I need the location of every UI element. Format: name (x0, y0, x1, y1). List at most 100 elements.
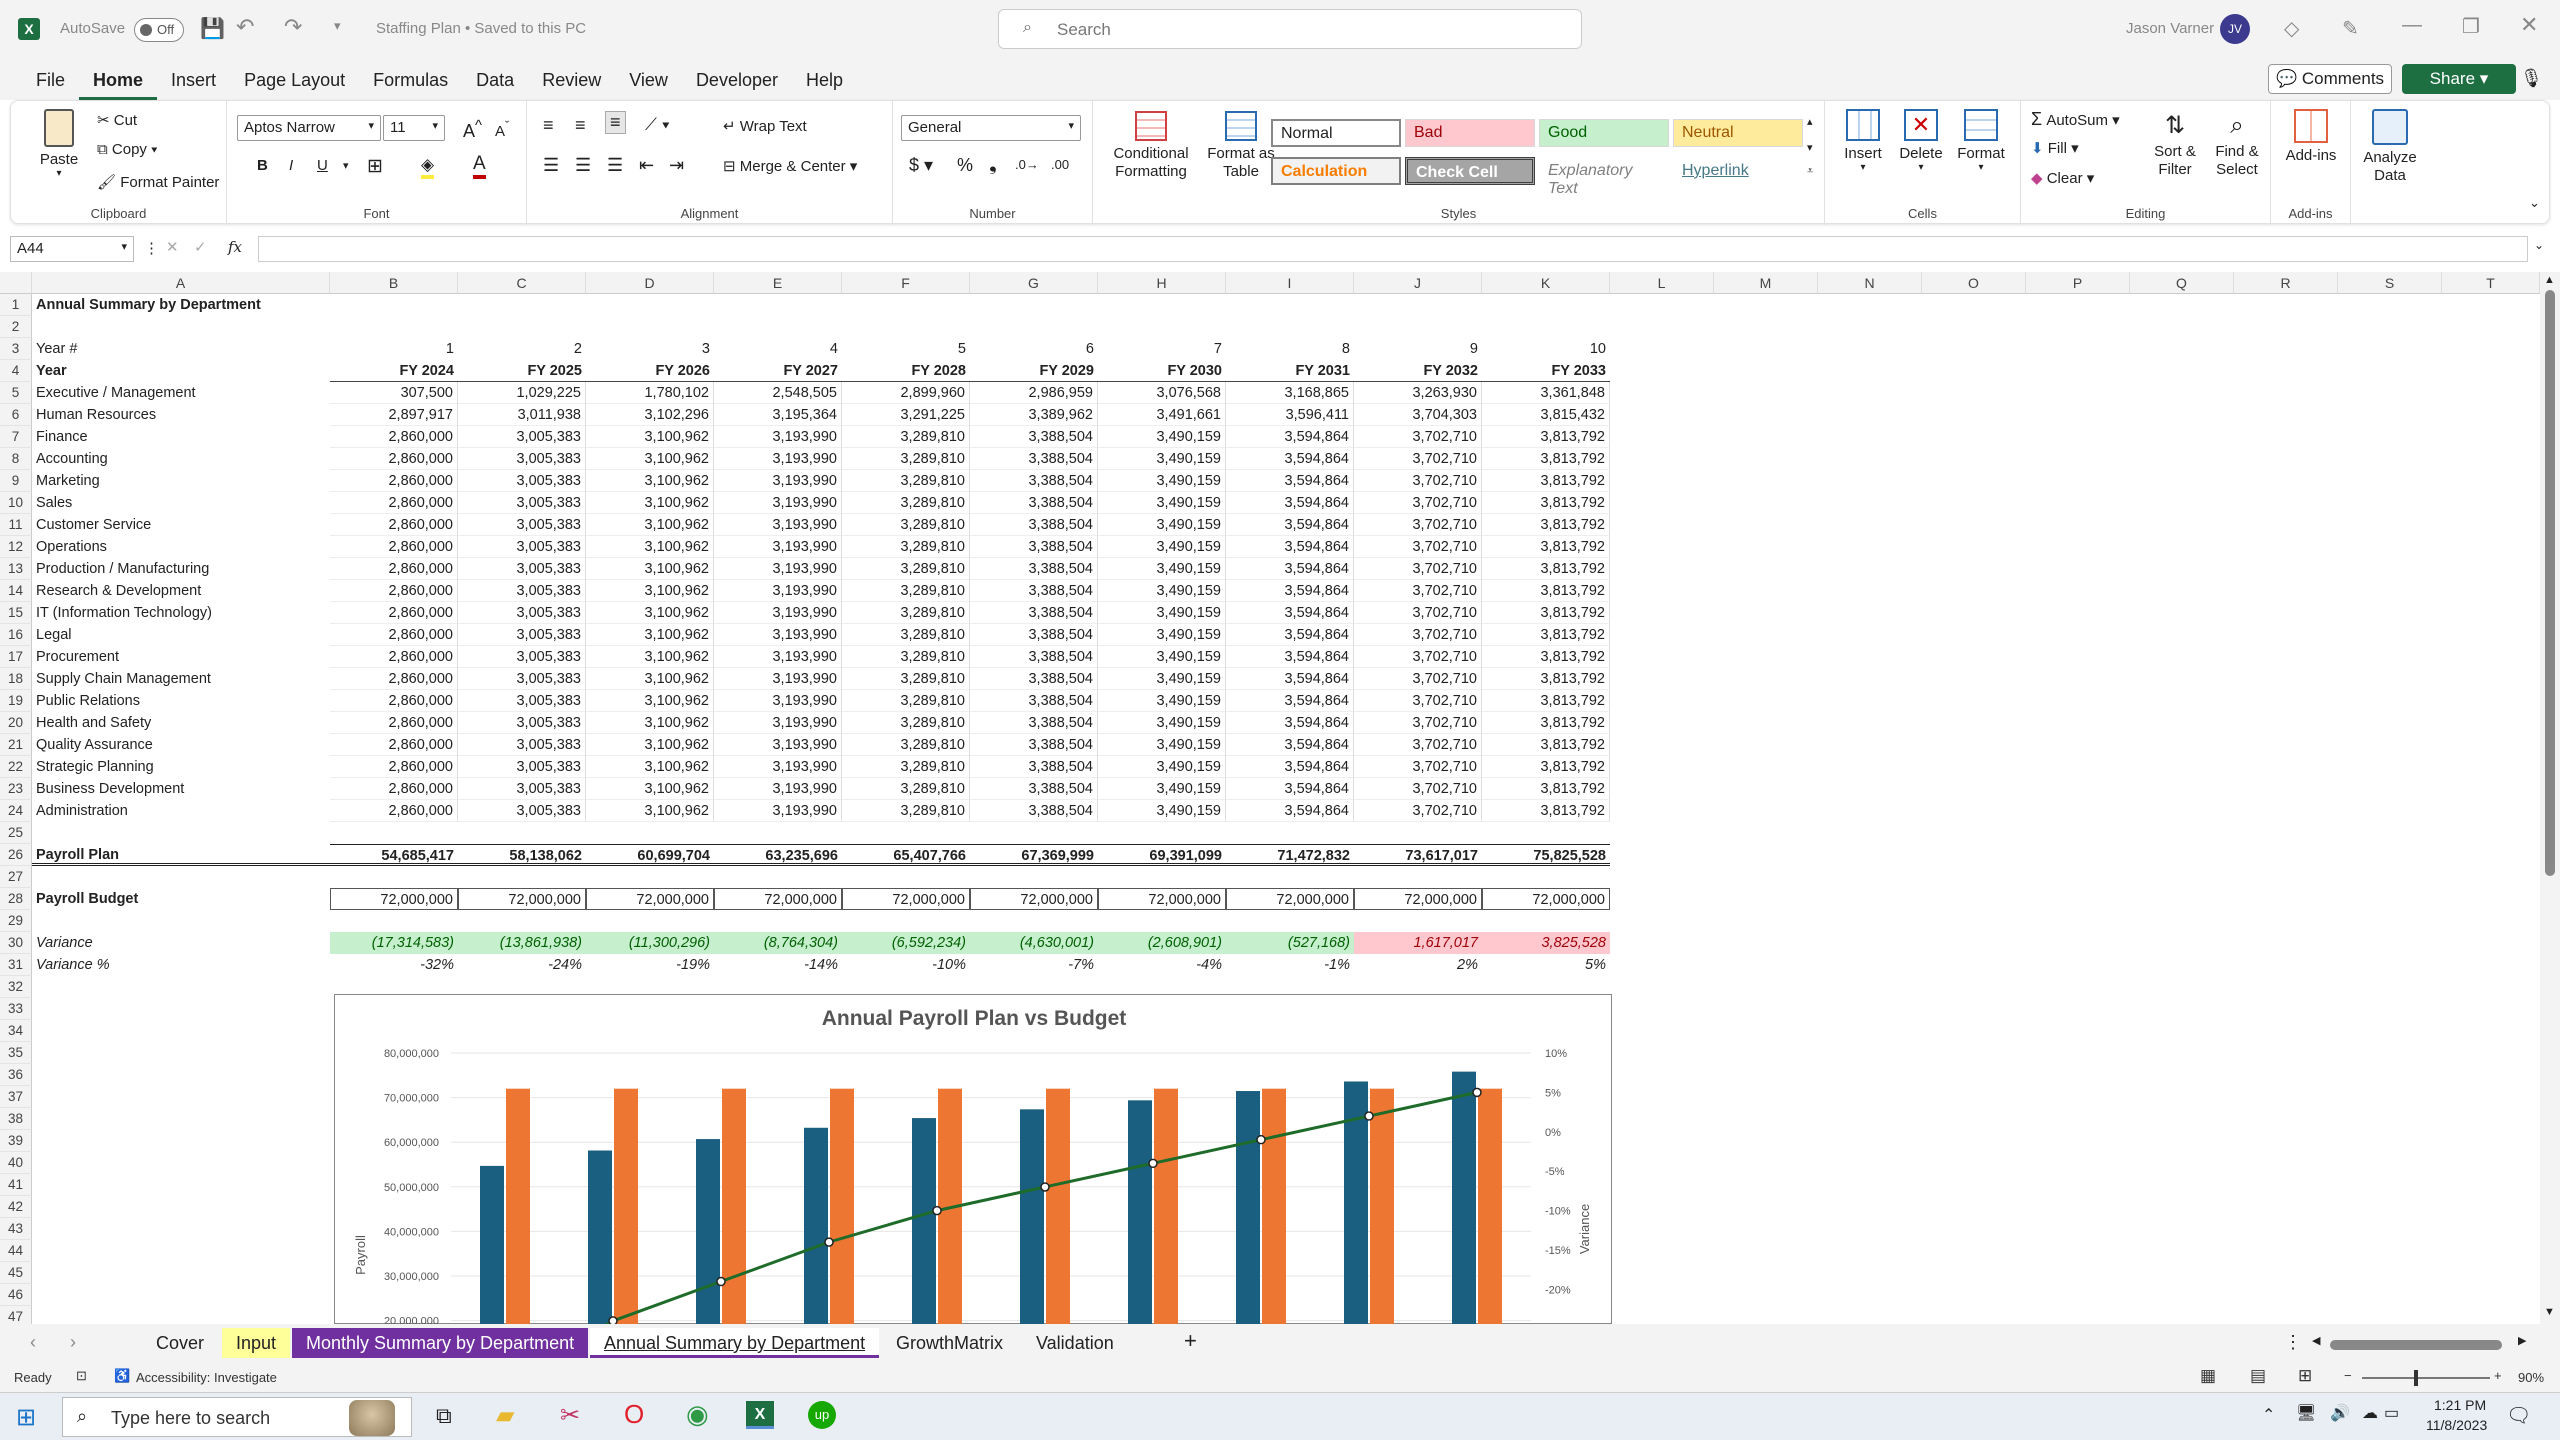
grow-font-icon[interactable]: A^ (463, 117, 482, 142)
align-top-icon[interactable]: ≡ (543, 115, 554, 136)
department-value[interactable]: 3,100,962 (586, 646, 714, 668)
department-value[interactable]: 3,702,710 (1354, 492, 1482, 514)
row-header[interactable]: 32 (0, 976, 32, 998)
orientation-icon[interactable]: ⟋ ▾ (645, 115, 670, 135)
department-value[interactable]: 3,193,990 (714, 448, 842, 470)
department-value[interactable]: 3,005,383 (458, 426, 586, 448)
column-header-t[interactable]: T (2442, 272, 2540, 294)
zoom-out-icon[interactable]: − (2344, 1368, 2352, 1383)
department-value[interactable]: 3,005,383 (458, 448, 586, 470)
hscroll-right-icon[interactable]: ▶ (2518, 1334, 2526, 1347)
style-hyperlink[interactable]: Hyperlink (1673, 157, 1803, 185)
align-center-icon[interactable]: ☰ (575, 155, 591, 176)
department-value[interactable]: 3,076,568 (1098, 382, 1226, 404)
department-value[interactable]: 3,289,810 (842, 668, 970, 690)
year-label[interactable]: Year (32, 360, 330, 382)
department-value[interactable]: 3,289,810 (842, 470, 970, 492)
chrome-icon[interactable]: ◉ (686, 1399, 709, 1430)
department-name[interactable]: Supply Chain Management (32, 668, 330, 690)
tray-overflow-icon[interactable]: ⌃ (2262, 1405, 2275, 1425)
cancel-icon[interactable]: ✕ (166, 238, 179, 256)
department-value[interactable]: 3,100,962 (586, 668, 714, 690)
department-value[interactable]: 3,193,990 (714, 514, 842, 536)
enter-icon[interactable]: ✓ (194, 238, 207, 256)
payroll-budget-value[interactable]: 72,000,000 (970, 888, 1098, 910)
horizontal-scroll-thumb[interactable] (2330, 1340, 2502, 1350)
department-value[interactable]: 3,813,792 (1482, 756, 1610, 778)
department-value[interactable]: 3,594,864 (1226, 690, 1354, 712)
row-header[interactable]: 3 (0, 338, 32, 360)
row-header[interactable]: 12 (0, 536, 32, 558)
year-header[interactable]: FY 2025 (458, 360, 586, 382)
department-value[interactable]: 3,702,710 (1354, 536, 1482, 558)
year-num[interactable]: 7 (1098, 338, 1226, 360)
department-value[interactable]: 1,780,102 (586, 382, 714, 404)
styles-more-icon[interactable]: ⩡ (1807, 165, 1813, 178)
department-value[interactable]: 3,193,990 (714, 580, 842, 602)
department-name[interactable]: Quality Assurance (32, 734, 330, 756)
currency-icon[interactable]: $ ▾ (909, 155, 933, 176)
row-header[interactable]: 16 (0, 624, 32, 646)
windows-start-icon[interactable]: ⊞ (16, 1403, 36, 1432)
department-value[interactable]: 3,702,710 (1354, 800, 1482, 822)
row-header[interactable]: 31 (0, 954, 32, 976)
department-value[interactable]: 3,490,159 (1098, 492, 1226, 514)
department-value[interactable]: 3,388,504 (970, 668, 1098, 690)
vertical-scrollbar[interactable]: ▲ ▼ (2540, 272, 2560, 1324)
department-value[interactable]: 3,702,710 (1354, 602, 1482, 624)
payroll-budget-value[interactable]: 72,000,000 (1482, 888, 1610, 910)
variance-value[interactable]: (13,861,938) (458, 932, 586, 954)
department-value[interactable]: 1,029,225 (458, 382, 586, 404)
variance-pct-label[interactable]: Variance % (32, 954, 330, 976)
department-value[interactable]: 3,594,864 (1226, 536, 1354, 558)
department-value[interactable]: 3,813,792 (1482, 646, 1610, 668)
department-name[interactable]: Marketing (32, 470, 330, 492)
department-value[interactable]: 3,100,962 (586, 426, 714, 448)
department-value[interactable]: 3,005,383 (458, 756, 586, 778)
variance-pct-value[interactable]: -32% (330, 954, 458, 976)
department-value[interactable]: 3,704,303 (1354, 404, 1482, 426)
department-value[interactable]: 2,860,000 (330, 624, 458, 646)
variance-value[interactable]: (4,630,001) (970, 932, 1098, 954)
payroll-plan-label[interactable]: Payroll Plan (32, 844, 330, 866)
department-value[interactable]: 3,490,159 (1098, 602, 1226, 624)
department-value[interactable]: 3,100,962 (586, 492, 714, 514)
department-value[interactable]: 3,490,159 (1098, 426, 1226, 448)
wrap-text-button[interactable]: ↵ Wrap Text (723, 117, 807, 135)
department-value[interactable]: 3,594,864 (1226, 514, 1354, 536)
year-num[interactable]: 8 (1226, 338, 1354, 360)
decrease-decimal-icon[interactable]: .00 (1051, 157, 1069, 172)
department-value[interactable]: 3,100,962 (586, 778, 714, 800)
column-header-j[interactable]: J (1354, 272, 1482, 294)
row-header[interactable]: 36 (0, 1064, 32, 1086)
zoom-level[interactable]: 90% (2518, 1370, 2544, 1385)
department-value[interactable]: 3,291,225 (842, 404, 970, 426)
column-header-c[interactable]: C (458, 272, 586, 294)
accessibility-icon[interactable]: ♿ (114, 1368, 130, 1384)
payroll-plan-value[interactable]: 73,617,017 (1354, 844, 1482, 866)
department-value[interactable]: 3,193,990 (714, 624, 842, 646)
row-header[interactable]: 38 (0, 1108, 32, 1130)
sort-filter-button[interactable]: ⇅ Sort & Filter (2145, 109, 2205, 179)
style-neutral[interactable]: Neutral (1673, 119, 1803, 147)
department-value[interactable]: 3,490,159 (1098, 580, 1226, 602)
department-value[interactable]: 3,193,990 (714, 756, 842, 778)
year-num[interactable]: 1 (330, 338, 458, 360)
upwork-icon[interactable]: up (808, 1401, 836, 1429)
variance-value[interactable]: (527,168) (1226, 932, 1354, 954)
zoom-slider-thumb[interactable] (2414, 1370, 2418, 1386)
weather-icon[interactable]: ☁ (2362, 1403, 2378, 1423)
department-value[interactable]: 3,289,810 (842, 712, 970, 734)
department-value[interactable]: 3,289,810 (842, 778, 970, 800)
year-header[interactable]: FY 2032 (1354, 360, 1482, 382)
department-value[interactable]: 3,005,383 (458, 734, 586, 756)
department-value[interactable]: 3,193,990 (714, 800, 842, 822)
share-button[interactable]: Share ▾ (2402, 64, 2516, 94)
payroll-budget-value[interactable]: 72,000,000 (1354, 888, 1482, 910)
department-value[interactable]: 3,490,159 (1098, 668, 1226, 690)
department-value[interactable]: 3,813,792 (1482, 712, 1610, 734)
sheet-tab-input[interactable]: Input (222, 1328, 291, 1358)
department-value[interactable]: 3,813,792 (1482, 690, 1610, 712)
row-header[interactable]: 22 (0, 756, 32, 778)
column-header-s[interactable]: S (2338, 272, 2442, 294)
